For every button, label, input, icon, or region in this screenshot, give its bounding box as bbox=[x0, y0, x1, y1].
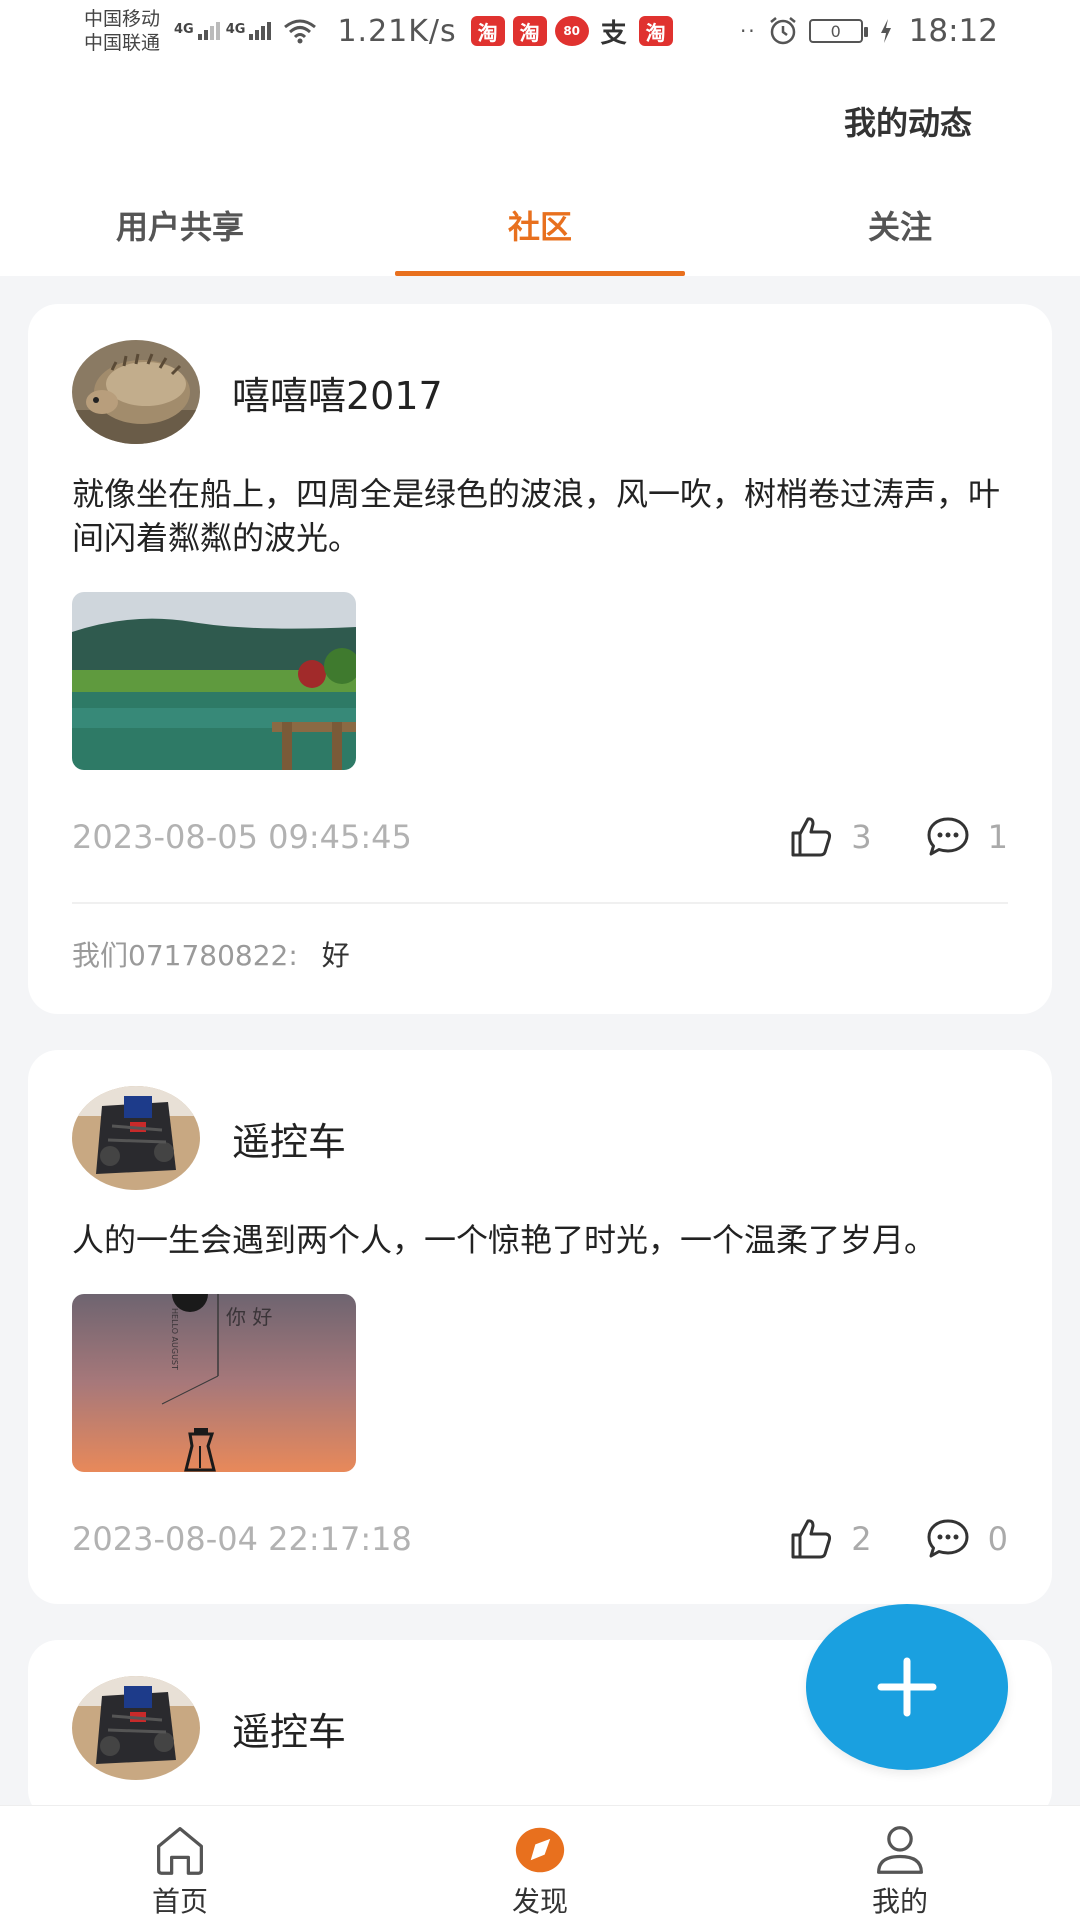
my-posts-link[interactable]: 我的动态 bbox=[844, 98, 972, 144]
nav-discover[interactable]: 发现 bbox=[360, 1806, 720, 1920]
post-image[interactable] bbox=[72, 592, 356, 770]
alipay-icon: 支 bbox=[600, 18, 627, 49]
thumbs-up-icon bbox=[791, 817, 832, 857]
nav-home-label: 首页 bbox=[151, 1885, 208, 1918]
like-button[interactable]: 3 bbox=[787, 813, 872, 861]
post-image[interactable]: 你 好 HELLO AUGUST bbox=[72, 1294, 356, 1472]
comment-button[interactable]: 0 bbox=[924, 1515, 1008, 1563]
status-bar: 中国移动 中国联通 4G 4G 1.21K/s 淘 淘 80 支 淘 ·· 0 … bbox=[0, 0, 1080, 62]
create-post-button[interactable] bbox=[806, 1604, 1008, 1770]
alarm-icon bbox=[769, 17, 796, 45]
avatar[interactable] bbox=[72, 1676, 200, 1780]
badge-icon: 80 bbox=[554, 16, 589, 46]
comment-count: 1 bbox=[987, 818, 1008, 856]
comment-count: 0 bbox=[987, 1520, 1008, 1558]
tab-bar: 用户共享 社区 关注 bbox=[0, 190, 1080, 276]
post-meta: 2023-08-05 09:45:45 3 1 bbox=[72, 812, 1008, 862]
compass-icon bbox=[515, 1827, 565, 1873]
charging-icon bbox=[880, 19, 891, 43]
header: 我的动态 用户共享 社区 关注 bbox=[0, 62, 1080, 276]
clock: 18:12 bbox=[908, 13, 998, 49]
app-screen: 中国移动 中国联通 4G 4G 1.21K/s 淘 淘 80 支 淘 ·· 0 … bbox=[0, 0, 1080, 1920]
nav-discover-label: 发现 bbox=[511, 1885, 568, 1918]
post-text: 就像坐在船上，四周全是绿色的波浪，风一吹，树梢卷过涛声，叶间闪着粼粼的波光。 bbox=[72, 475, 1001, 557]
username[interactable]: 遥控车 bbox=[232, 1111, 346, 1166]
image-subcaption: HELLO AUGUST bbox=[170, 1308, 179, 1370]
net-speed: 1.21K/s bbox=[337, 13, 457, 49]
avatar[interactable] bbox=[72, 1086, 200, 1190]
home-icon bbox=[157, 1827, 203, 1875]
post-time: 2023-08-04 22:17:18 bbox=[72, 1520, 412, 1558]
battery-icon: 0 bbox=[808, 19, 868, 43]
tab-community[interactable]: 社区 bbox=[360, 190, 720, 276]
comment-user: 我们071780822: bbox=[72, 939, 298, 972]
divider bbox=[72, 902, 1008, 904]
taobao-icon: 淘 bbox=[638, 16, 673, 46]
like-button[interactable]: 2 bbox=[787, 1515, 872, 1563]
avatar[interactable] bbox=[72, 340, 200, 444]
image-caption: 你 好 bbox=[226, 1305, 272, 1329]
comment-icon bbox=[927, 817, 969, 856]
post-text: 人的一生会遇到两个人，一个惊艳了时光，一个温柔了岁月。 bbox=[72, 1221, 937, 1259]
comment-icon bbox=[927, 1519, 969, 1558]
post-actions: 3 1 bbox=[787, 813, 1008, 861]
tab-follow[interactable]: 关注 bbox=[720, 190, 1080, 276]
post-card[interactable]: 嘻嘻嘻2017 就像坐在船上，四周全是绿色的波浪，风一吹，树梢卷过涛声，叶间闪着… bbox=[28, 304, 1052, 1014]
post-time: 2023-08-05 09:45:45 bbox=[72, 818, 412, 856]
tab-user-share[interactable]: 用户共享 bbox=[0, 190, 360, 276]
nav-me[interactable]: 我的 bbox=[720, 1806, 1080, 1920]
plus-icon bbox=[877, 1657, 937, 1717]
taobao-icon: 淘 bbox=[470, 16, 505, 46]
carrier-info: 中国移动 中国联通 bbox=[84, 7, 160, 55]
more-dots-icon: ·· bbox=[739, 19, 757, 43]
username[interactable]: 嘻嘻嘻2017 bbox=[232, 365, 443, 420]
comment-item[interactable]: 我们071780822: 好 bbox=[72, 934, 1008, 974]
post-author[interactable]: 嘻嘻嘻2017 bbox=[72, 340, 1008, 444]
like-count: 3 bbox=[851, 818, 872, 856]
post-author[interactable]: 遥控车 bbox=[72, 1086, 1008, 1190]
carrier-1: 中国移动 bbox=[84, 8, 161, 30]
like-count: 2 bbox=[851, 1520, 872, 1558]
notification-icons: 淘 淘 80 支 淘 bbox=[470, 16, 673, 49]
signal-icon: 4G bbox=[226, 22, 272, 40]
status-right: ·· 0 18:12 bbox=[740, 13, 998, 49]
post-meta: 2023-08-04 22:17:18 2 0 bbox=[72, 1514, 1008, 1564]
comment-button[interactable]: 1 bbox=[924, 813, 1008, 861]
nav-me-label: 我的 bbox=[871, 1885, 928, 1918]
username[interactable]: 遥控车 bbox=[232, 1701, 346, 1756]
post-actions: 2 0 bbox=[787, 1515, 1008, 1563]
post-feed[interactable]: 嘻嘻嘻2017 就像坐在船上，四周全是绿色的波浪，风一吹，树梢卷过涛声，叶间闪着… bbox=[0, 276, 1080, 1805]
thumbs-up-icon bbox=[791, 1519, 832, 1559]
wifi-icon bbox=[284, 19, 317, 44]
nav-home[interactable]: 首页 bbox=[0, 1806, 360, 1920]
bottom-nav: 首页 发现 我的 bbox=[0, 1805, 1080, 1920]
comment-text: 好 bbox=[321, 939, 350, 972]
post-card[interactable]: 遥控车 人的一生会遇到两个人，一个惊艳了时光，一个温柔了岁月。 你 好 HELL… bbox=[28, 1050, 1052, 1604]
carrier-2: 中国联通 bbox=[84, 32, 161, 54]
signal-icon: 4G bbox=[174, 22, 220, 40]
user-icon bbox=[877, 1826, 923, 1874]
taobao-icon: 淘 bbox=[512, 16, 547, 46]
